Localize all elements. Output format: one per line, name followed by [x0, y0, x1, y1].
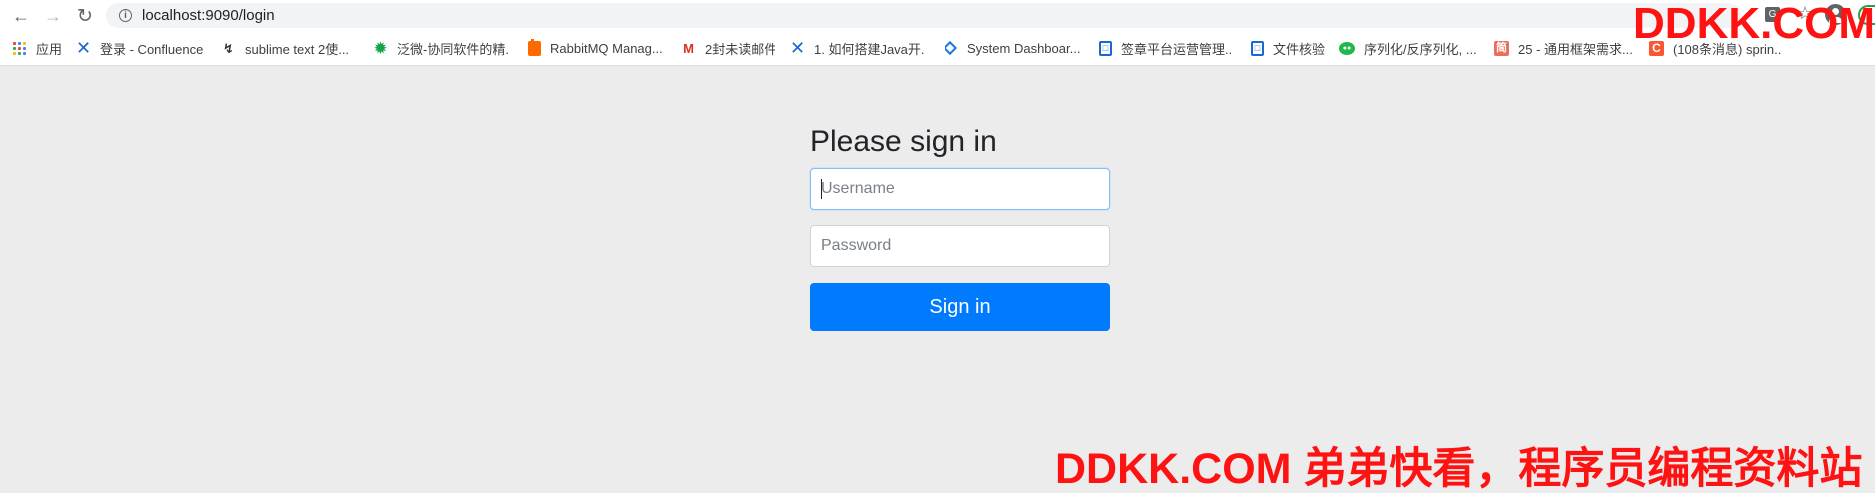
bookmark-label: sublime text 2使...: [245, 41, 350, 57]
jianshu-icon: 简: [1494, 40, 1509, 56]
browser-navigation-bar: ← → ↻ i localhost:9090/login G ☆: [0, 0, 1875, 31]
bookmark-label: 登录 - Confluence: [100, 41, 204, 57]
bookmark-label: 签章平台运营管理...: [1121, 41, 1231, 57]
info-icon[interactable]: i: [119, 9, 132, 22]
bookmark-signature-platform[interactable]: □ 签章平台运营管理...: [1099, 39, 1231, 57]
username-input[interactable]: [810, 168, 1110, 210]
apps-icon: [13, 41, 26, 55]
sign-in-button[interactable]: Sign in: [810, 283, 1110, 331]
bookmark-file-verification[interactable]: □ 文件核验: [1251, 39, 1327, 57]
bookmark-apps[interactable]: 应用: [13, 39, 65, 57]
csdn-icon: C: [1649, 40, 1664, 56]
bookmark-sublime-text[interactable]: ↯ sublime text 2使...: [221, 39, 352, 57]
bookmark-label: 应用: [36, 41, 63, 57]
gmail-icon: M: [683, 40, 694, 56]
extension-icon[interactable]: [1858, 5, 1875, 25]
profile-icon[interactable]: [1825, 4, 1846, 25]
document-icon: □: [1251, 40, 1264, 56]
wechat-icon: ●●: [1339, 41, 1355, 55]
confluence-icon: ✕: [790, 39, 806, 57]
address-bar[interactable]: i localhost:9090/login: [106, 3, 1741, 28]
confluence-icon: ✕: [76, 39, 92, 57]
bookmark-label: 序列化/反序列化, ...: [1364, 41, 1476, 57]
browser-chrome: ← → ↻ i localhost:9090/login G ☆ 应用 ✕ 登录…: [0, 0, 1875, 66]
bookmark-java-setup[interactable]: ✕ 1. 如何搭建Java开...: [790, 39, 924, 57]
reload-icon[interactable]: ↻: [73, 4, 97, 28]
bookmark-csdn-messages[interactable]: C (108条消息) sprin...: [1649, 39, 1781, 57]
rabbitmq-icon: [528, 39, 541, 56]
browser-toolbar-icons: G ☆: [1743, 3, 1875, 28]
address-url[interactable]: localhost:9090/login: [142, 7, 275, 24]
bookmark-common-framework[interactable]: 简 25 - 通用框架需求...: [1494, 39, 1634, 57]
back-arrow-icon[interactable]: ←: [9, 4, 33, 28]
bookmarks-bar: 应用 ✕ 登录 - Confluence ↯ sublime text 2使..…: [0, 33, 1875, 63]
forward-arrow-icon[interactable]: →: [41, 4, 65, 28]
bookmark-confluence-login[interactable]: ✕ 登录 - Confluence: [76, 39, 211, 57]
bookmark-label: (108条消息) sprin...: [1673, 41, 1781, 57]
bookmark-rabbitmq[interactable]: RabbitMQ Manag...: [528, 39, 667, 57]
bookmark-label: 泛微-协同软件的精...: [397, 41, 510, 57]
star-icon[interactable]: ☆: [1797, 4, 1813, 22]
translate-icon[interactable]: G: [1765, 7, 1780, 22]
bookmark-label: 2封未读邮件: [705, 41, 775, 57]
green-gear-icon: ✹: [373, 39, 388, 57]
dashboard-icon: [945, 40, 958, 56]
bottom-watermark: DDKK.COM 弟弟快看，程序员编程资料站: [1055, 445, 1863, 493]
bookmark-label: 1. 如何搭建Java开...: [814, 41, 924, 57]
bookmark-fanwei[interactable]: ✹ 泛微-协同软件的精...: [373, 39, 510, 57]
bookmark-gmail[interactable]: M 2封未读邮件: [681, 39, 775, 57]
text-cursor: [821, 179, 822, 199]
bookmark-label: RabbitMQ Manag...: [550, 40, 663, 56]
sign-in-title: Please sign in: [810, 125, 997, 158]
sublime-icon: ↯: [223, 40, 234, 56]
bookmark-label: System Dashboar...: [967, 40, 1080, 56]
password-input[interactable]: [810, 225, 1110, 267]
bookmark-system-dashboard[interactable]: System Dashboar...: [945, 39, 1080, 57]
document-icon: □: [1099, 40, 1112, 56]
bookmark-label: 25 - 通用框架需求...: [1518, 41, 1633, 57]
bookmark-label: 文件核验: [1273, 41, 1326, 57]
bookmark-serialization[interactable]: ●● 序列化/反序列化, ...: [1339, 39, 1476, 57]
